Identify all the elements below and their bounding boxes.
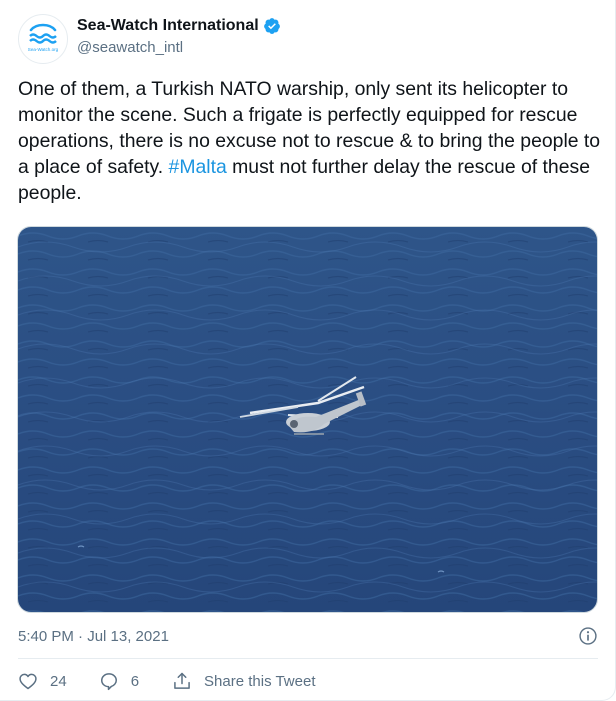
sea-watch-logo-icon: Sea-Watch.org — [23, 19, 63, 59]
avatar[interactable]: Sea-Watch.org — [18, 14, 68, 64]
divider — [18, 658, 598, 659]
share-label: Share this Tweet — [204, 672, 316, 690]
tweet-text: One of them, a Turkish NATO warship, onl… — [18, 76, 603, 206]
like-count: 24 — [50, 672, 67, 690]
tweet-timestamp[interactable]: 5:40 PM · Jul 13, 2021 — [18, 628, 169, 645]
reply-bubble-icon — [100, 673, 117, 691]
author-names: Sea-Watch International @seawatch_intl — [77, 15, 281, 58]
like-button[interactable]: 24 — [18, 671, 67, 691]
info-icon[interactable] — [578, 626, 598, 646]
hashtag-link[interactable]: #Malta — [169, 156, 227, 178]
author-handle[interactable]: @seawatch_intl — [77, 38, 281, 58]
tweet-header: Sea-Watch.org Sea-Watch International @s… — [18, 14, 281, 64]
tweet-photo[interactable] — [17, 226, 598, 613]
reply-count: 6 — [130, 672, 140, 690]
avatar-text: Sea-Watch.org — [28, 47, 59, 52]
name-row: Sea-Watch International — [77, 15, 281, 36]
share-icon — [174, 672, 190, 689]
reply-button[interactable]: 6 — [99, 671, 139, 691]
verified-badge-icon — [263, 17, 280, 34]
share-button[interactable]: Share this Tweet — [172, 671, 315, 691]
tweet-meta: 5:40 PM · Jul 13, 2021 — [18, 626, 598, 646]
helicopter-over-sea-photo — [18, 227, 597, 612]
tweet-actions: 24 6 Share this Tweet — [18, 668, 315, 694]
tweet-card: Sea-Watch.org Sea-Watch International @s… — [0, 0, 616, 701]
heart-icon — [19, 673, 37, 690]
author-display-name[interactable]: Sea-Watch International — [77, 15, 259, 36]
